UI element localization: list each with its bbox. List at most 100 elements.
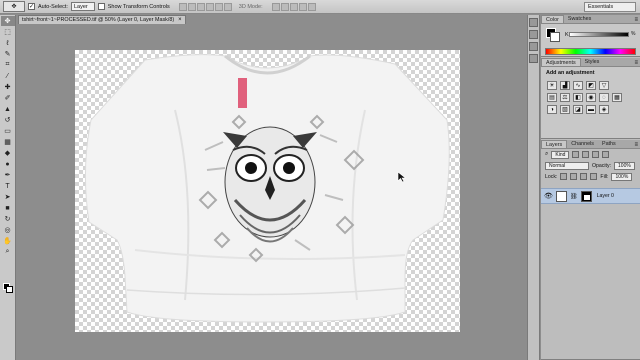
document-tab[interactable]: tshirt~front~1~PROCESSED.tif @ 50% (Laye… — [18, 15, 186, 24]
workspace-switcher[interactable]: Essentials — [584, 2, 636, 12]
3d-slide-icon[interactable] — [298, 2, 307, 11]
3d-scale-icon[interactable] — [307, 2, 316, 11]
layer-mask-thumbnail[interactable] — [580, 190, 592, 202]
background-color-chip[interactable] — [550, 32, 560, 42]
align-bottom-icon[interactable] — [196, 2, 205, 11]
3d-mode-buttons — [271, 2, 316, 11]
3d-camera-icon: ◎ — [4, 227, 11, 234]
3d-roll-icon[interactable] — [280, 2, 289, 11]
brush-tool[interactable]: ✐ — [1, 93, 15, 103]
gradient-map-icon[interactable]: ▬ — [586, 105, 596, 114]
invert-icon[interactable]: ◑ — [547, 105, 557, 114]
exposure-icon[interactable]: ◩ — [586, 81, 596, 90]
align-left-icon[interactable] — [205, 2, 214, 11]
dodge-tool[interactable]: ● — [1, 159, 15, 169]
document-canvas[interactable] — [75, 50, 460, 332]
tab-channels[interactable]: Channels — [567, 140, 598, 148]
crop-tool[interactable]: ⌗ — [1, 60, 15, 70]
hue-saturation-icon[interactable]: ▤ — [547, 93, 557, 102]
pen-tool[interactable]: ✒ — [1, 170, 15, 180]
eyedropper-icon: ⁄ — [6, 72, 9, 80]
3d-pan-icon[interactable] — [289, 2, 298, 11]
history-brush-tool[interactable]: ↺ — [1, 115, 15, 125]
show-transform-checkbox[interactable] — [97, 3, 105, 10]
filter-pixel-icon[interactable] — [572, 151, 580, 158]
gradient-tool[interactable]: ▦ — [1, 137, 15, 147]
brightness-contrast-icon[interactable]: ☀ — [547, 81, 557, 90]
tab-paths[interactable]: Paths — [598, 140, 620, 148]
lasso-icon: ℓ — [6, 39, 9, 47]
tab-styles[interactable]: Styles — [581, 58, 604, 66]
align-right-icon[interactable] — [223, 2, 232, 11]
blend-mode-dropdown[interactable]: Normal — [545, 161, 589, 170]
auto-select-checkbox[interactable]: ✓ — [28, 3, 35, 10]
channel-k-slider[interactable] — [569, 32, 629, 37]
move-tool[interactable]: ✥ — [0, 16, 15, 26]
layer-thumbnail[interactable] — [556, 190, 567, 202]
tab-layers[interactable]: Layers — [541, 140, 568, 148]
eyedropper-tool[interactable]: ⁄ — [1, 71, 15, 81]
panel-menu-icon[interactable]: ≡ — [634, 60, 638, 66]
layer-name[interactable]: Layer 0 — [597, 193, 614, 199]
align-vcenter-icon[interactable] — [187, 2, 196, 11]
channel-mixer-icon[interactable]: ◌ — [599, 93, 609, 102]
vibrance-icon[interactable]: ▽ — [599, 81, 609, 90]
close-icon[interactable]: × — [178, 17, 182, 23]
panel-menu-icon[interactable]: ≡ — [634, 142, 638, 148]
threshold-icon[interactable]: ◪ — [573, 105, 583, 114]
align-top-icon[interactable] — [178, 2, 187, 11]
filter-adjustment-icon[interactable] — [582, 151, 590, 158]
3d-camera-tool[interactable]: ◎ — [1, 225, 15, 235]
color-lookup-icon[interactable]: ▦ — [612, 93, 622, 102]
selective-color-icon[interactable]: ◈ — [599, 105, 609, 114]
levels-icon[interactable]: ▟ — [560, 81, 570, 90]
healing-tool[interactable]: ✚ — [1, 82, 15, 92]
background-color-swatch[interactable] — [6, 286, 13, 293]
3d-rotate-tool[interactable]: ↻ — [1, 214, 15, 224]
black-white-icon[interactable]: ◧ — [573, 93, 583, 102]
eye-icon[interactable]: 👁 — [544, 192, 553, 200]
lock-pixels-icon[interactable] — [570, 173, 578, 180]
marquee-icon: ⬚ — [4, 29, 11, 36]
zoom-tool[interactable]: ⌕ — [1, 247, 15, 257]
tab-swatches[interactable]: Swatches — [564, 15, 595, 23]
auto-select-target-dropdown[interactable]: Layer — [70, 2, 95, 11]
tab-adjustments[interactable]: Adjustments — [541, 58, 581, 66]
panel-icon-strip — [527, 15, 540, 360]
info-panel-icon[interactable] — [529, 42, 538, 51]
lock-position-icon[interactable] — [580, 173, 588, 180]
clone-stamp-tool[interactable]: ▲ — [1, 104, 15, 114]
filter-shape-icon[interactable] — [602, 151, 610, 158]
layer-row[interactable]: 👁 ⛓ Layer 0 — [541, 188, 640, 204]
eraser-tool[interactable]: ▭ — [1, 126, 15, 136]
lock-all-icon[interactable] — [590, 173, 598, 180]
hand-tool[interactable]: ✋ — [1, 236, 15, 246]
quick-select-tool[interactable]: ✎ — [1, 49, 15, 59]
panel-menu-icon[interactable]: ≡ — [634, 17, 638, 23]
actions-panel-icon[interactable] — [529, 30, 538, 39]
posterize-icon[interactable]: ▧ — [560, 105, 570, 114]
tool-preset-picker[interactable]: ✥ — [3, 1, 25, 12]
history-panel-icon[interactable] — [529, 18, 538, 27]
3d-rotate-icon[interactable] — [271, 2, 280, 11]
color-balance-icon[interactable]: ⚖ — [560, 93, 570, 102]
character-panel-icon[interactable] — [529, 54, 538, 63]
photo-filter-icon[interactable]: ◉ — [586, 93, 596, 102]
chain-link-icon[interactable]: ⛓ — [570, 193, 578, 200]
filter-type-icon[interactable] — [592, 151, 600, 158]
lasso-tool[interactable]: ℓ — [1, 38, 15, 48]
tab-color[interactable]: Color — [541, 15, 564, 23]
blur-tool[interactable]: ◆ — [1, 148, 15, 158]
layer-filter-dropdown[interactable]: Kind — [551, 150, 570, 159]
color-ramp[interactable] — [545, 48, 636, 55]
shape-tool[interactable]: ■ — [1, 203, 15, 213]
channel-k-value[interactable]: % — [631, 31, 639, 37]
type-tool[interactable]: T — [1, 181, 15, 191]
opacity-field[interactable]: 100% — [614, 161, 635, 170]
align-hcenter-icon[interactable] — [214, 2, 223, 11]
marquee-tool[interactable]: ⬚ — [1, 27, 15, 37]
curves-icon[interactable]: ∿ — [573, 81, 583, 90]
lock-transparency-icon[interactable] — [560, 173, 568, 180]
path-select-tool[interactable]: ➤ — [1, 192, 15, 202]
fill-field[interactable]: 100% — [611, 172, 633, 181]
